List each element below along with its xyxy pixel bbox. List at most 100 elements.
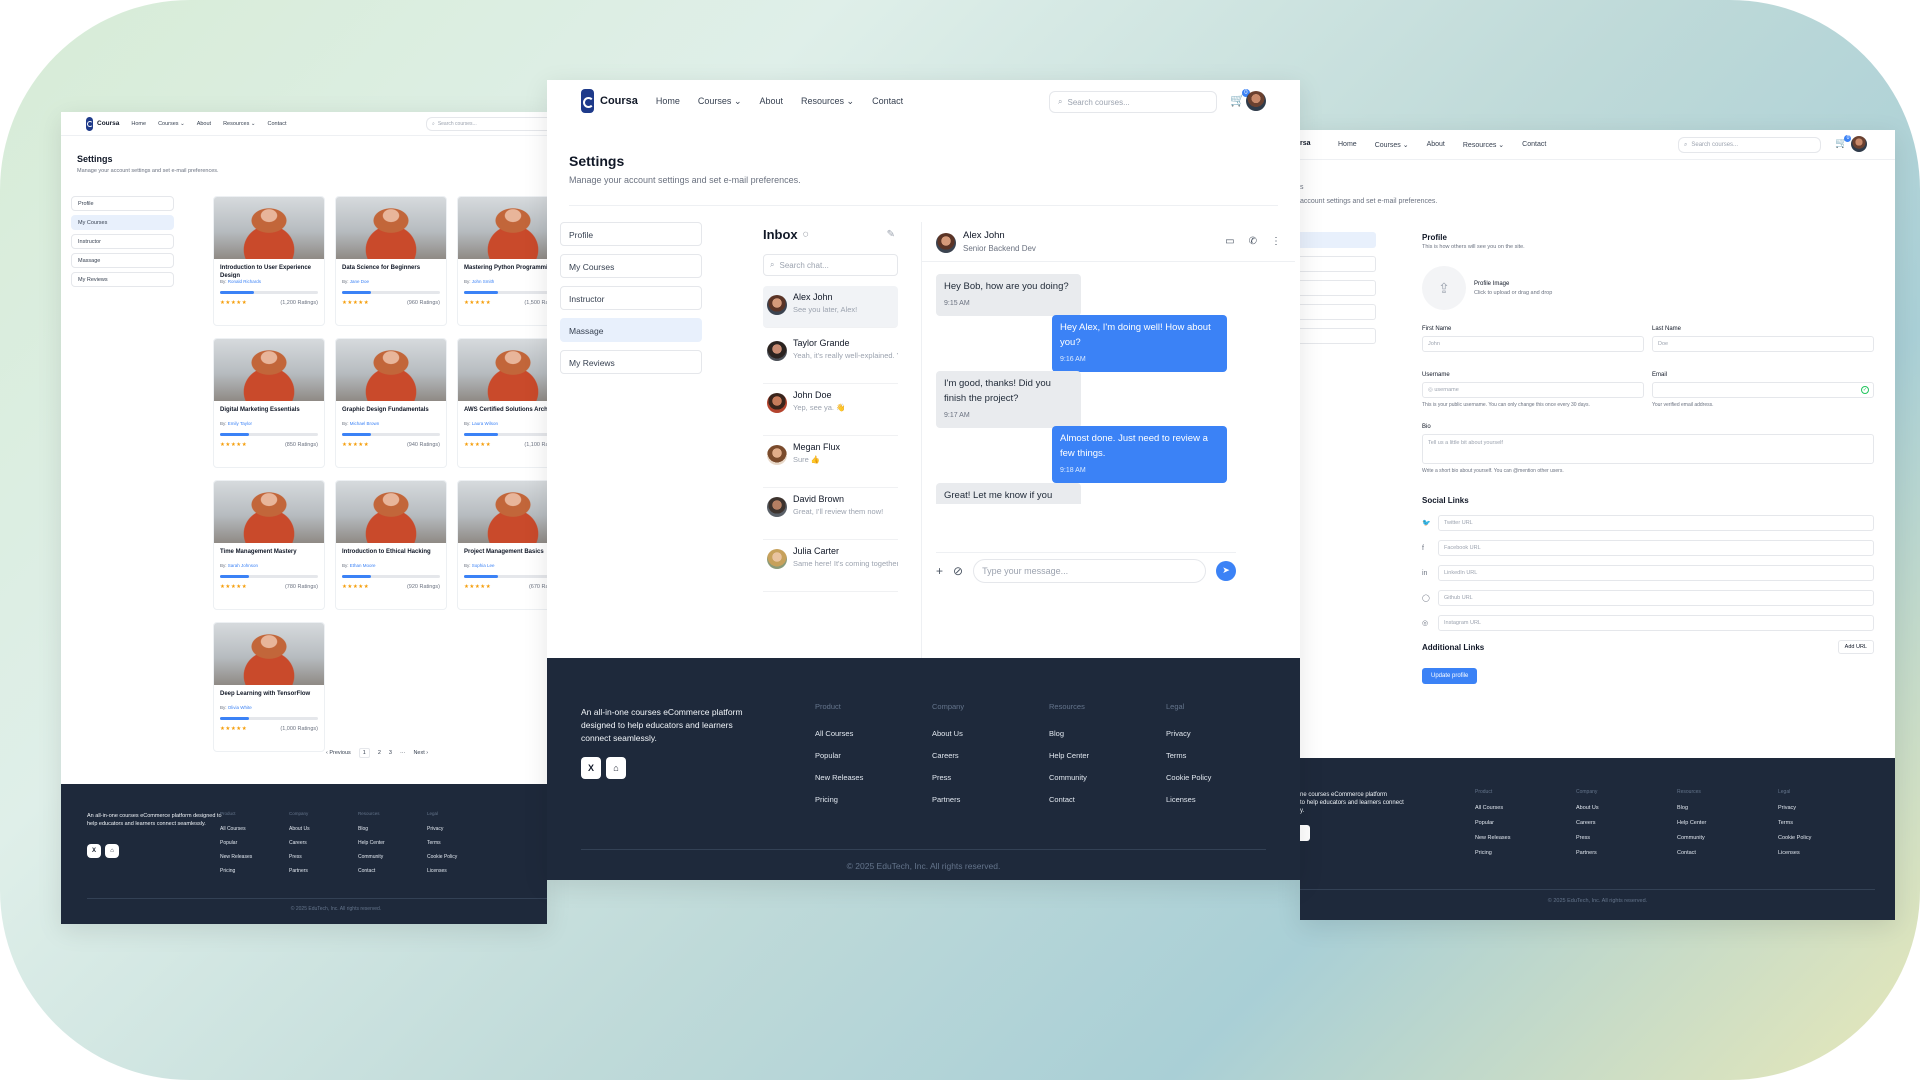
sidebar-item-my-reviews[interactable] [1300,328,1376,344]
send-button[interactable]: ➤ [1216,560,1236,581]
compose-icon[interactable]: ✎ [887,229,895,240]
video-call-icon[interactable]: ▭ [1225,236,1234,247]
footer-link[interactable]: Pricing [220,868,252,874]
footer-link[interactable]: Partners [1576,850,1599,856]
footer-link[interactable]: Help Center [1049,751,1089,760]
footer-link[interactable]: Licenses [1778,850,1811,856]
footer-link[interactable]: Blog [1677,805,1706,811]
linkedin-url-field[interactable]: LinkedIn URL [1438,565,1874,581]
footer-link[interactable]: Cookie Policy [427,854,457,860]
nav-courses[interactable]: Courses ⌄ [158,121,185,127]
footer-link[interactable]: Careers [289,840,310,846]
course-card[interactable]: Data Science for Beginners By: Jane Doe ★★… [335,196,447,326]
instagram-url-field[interactable]: Instagram URL [1438,615,1874,631]
message-input[interactable]: Type your message... [973,558,1206,583]
logo[interactable]: Coursa [86,116,119,131]
nav-about[interactable]: About [1427,141,1445,149]
chat-list-item[interactable]: Taylor Grande Yeah, it's really well-expl… [763,332,898,384]
footer-link[interactable]: Pricing [1475,850,1510,856]
footer-link[interactable]: Popular [220,840,252,846]
username-field[interactable]: ◎ username [1422,382,1644,398]
footer-link[interactable]: Careers [932,751,964,760]
footer-link[interactable]: About Us [289,826,310,832]
search-input[interactable]: ⌕ Search courses... [1049,91,1217,113]
chat-search-input[interactable]: ⌕ Search chat... [763,254,898,276]
course-card[interactable]: Introduction to Ethical Hacking By: Ethan… [335,480,447,610]
more-options-icon[interactable]: ⋮ [1271,236,1281,247]
footer-link[interactable]: Help Center [1677,820,1706,826]
phone-icon[interactable]: ✆ [1249,236,1257,247]
chat-list-item[interactable]: John Doe Yep, see ya. 👋 [763,384,898,436]
profile-image-upload[interactable]: ⇪ Profile Image Click to upload or drag … [1422,266,1874,310]
github-icon[interactable]: ⌂ [105,844,119,858]
first-name-field[interactable]: John [1422,336,1644,352]
course-card[interactable]: Introduction to User Experience Design By… [213,196,325,326]
footer-link[interactable]: Pricing [815,795,863,804]
footer-link[interactable]: Community [1049,773,1089,782]
footer-link[interactable]: Help Center [358,840,385,846]
sidebar-item-my-courses[interactable] [1300,256,1376,272]
sidebar-item-massage[interactable] [1300,304,1376,320]
footer-link[interactable]: Popular [815,751,863,760]
nav-resources[interactable]: Resources ⌄ [801,96,854,107]
cart-icon[interactable]: 🛒 0 [1230,89,1250,107]
footer-link[interactable]: Contact [1677,850,1706,856]
pager-previous[interactable]: ‹ Previous [326,750,351,756]
nav-resources[interactable]: Resources ⌄ [223,121,255,127]
github-icon[interactable]: ⌂ [606,757,626,779]
course-card[interactable]: Graphic Design Fundamentals By: Michael B… [335,338,447,468]
footer-link[interactable]: Privacy [1166,729,1211,738]
sidebar-item-profile[interactable] [1300,232,1376,248]
course-card[interactable]: Time Management Mastery By: Sarah Johnson… [213,480,325,610]
sidebar-item-instructor[interactable]: Instructor [71,234,174,249]
pager-page-1[interactable]: 1 [358,748,370,758]
footer-link[interactable]: Community [1677,835,1706,841]
search-input[interactable]: ⌕ Search courses... [1678,137,1821,153]
footer-link[interactable]: Terms [1166,751,1211,760]
sidebar-item-instructor[interactable] [1300,280,1376,296]
pager-page-3[interactable]: 3 [389,750,392,756]
chat-list-item[interactable]: Alex John See you later, Alex! [763,286,898,328]
footer-link[interactable]: New Releases [220,854,252,860]
github-icon[interactable] [1300,825,1310,841]
sidebar-item-massage[interactable]: Massage [71,253,174,268]
chat-list-item[interactable]: David Brown Great, I'll review them now! [763,488,898,540]
cart-icon[interactable]: 🛒 0 [1835,135,1852,149]
course-card[interactable]: Digital Marketing Essentials By: Emily Ta… [213,338,325,468]
github-url-field[interactable]: Github URL [1438,590,1874,606]
footer-link[interactable]: Licenses [427,868,457,874]
footer-link[interactable]: Popular [1475,820,1510,826]
footer-link[interactable]: Cookie Policy [1778,835,1811,841]
pager-page-2[interactable]: 2 [378,750,381,756]
nav-home[interactable]: Home [1338,141,1357,149]
footer-link[interactable]: All Courses [815,729,863,738]
chat-list-item[interactable]: Julia Carter Same here! It's coming toget… [763,540,898,592]
logo[interactable]: Coursa [581,89,638,113]
footer-link[interactable]: Terms [1778,820,1811,826]
footer-link[interactable]: Careers [1576,820,1599,826]
footer-link[interactable]: Community [358,854,385,860]
last-name-field[interactable]: Doe [1652,336,1874,352]
sidebar-item-massage[interactable]: Massage [560,318,702,342]
nav-resources[interactable]: Resources ⌄ [1463,141,1504,149]
update-profile-button[interactable]: Update profile [1422,668,1478,684]
sidebar-item-profile[interactable]: Profile [560,222,702,246]
footer-link[interactable]: Licenses [1166,795,1211,804]
footer-link[interactable]: Privacy [427,826,457,832]
footer-link[interactable]: Contact [358,868,385,874]
nav-about[interactable]: About [759,96,783,107]
nav-courses[interactable]: Courses ⌄ [1375,141,1409,149]
nav-contact[interactable]: Contact [268,121,287,127]
nav-about[interactable]: About [197,121,211,127]
user-avatar[interactable] [1851,136,1867,152]
footer-link[interactable]: Privacy [1778,805,1811,811]
search-input[interactable]: ⌕ Search courses... [426,117,547,131]
footer-link[interactable]: Blog [358,826,385,832]
footer-link[interactable]: Partners [932,795,964,804]
twitter-url-field[interactable]: Twitter URL [1438,515,1874,531]
x-icon[interactable]: X [581,757,601,779]
sidebar-item-profile[interactable]: Profile [71,196,174,211]
footer-link[interactable]: Terms [427,840,457,846]
footer-link[interactable]: All Courses [220,826,252,832]
sidebar-item-instructor[interactable]: Instructor [560,286,702,310]
